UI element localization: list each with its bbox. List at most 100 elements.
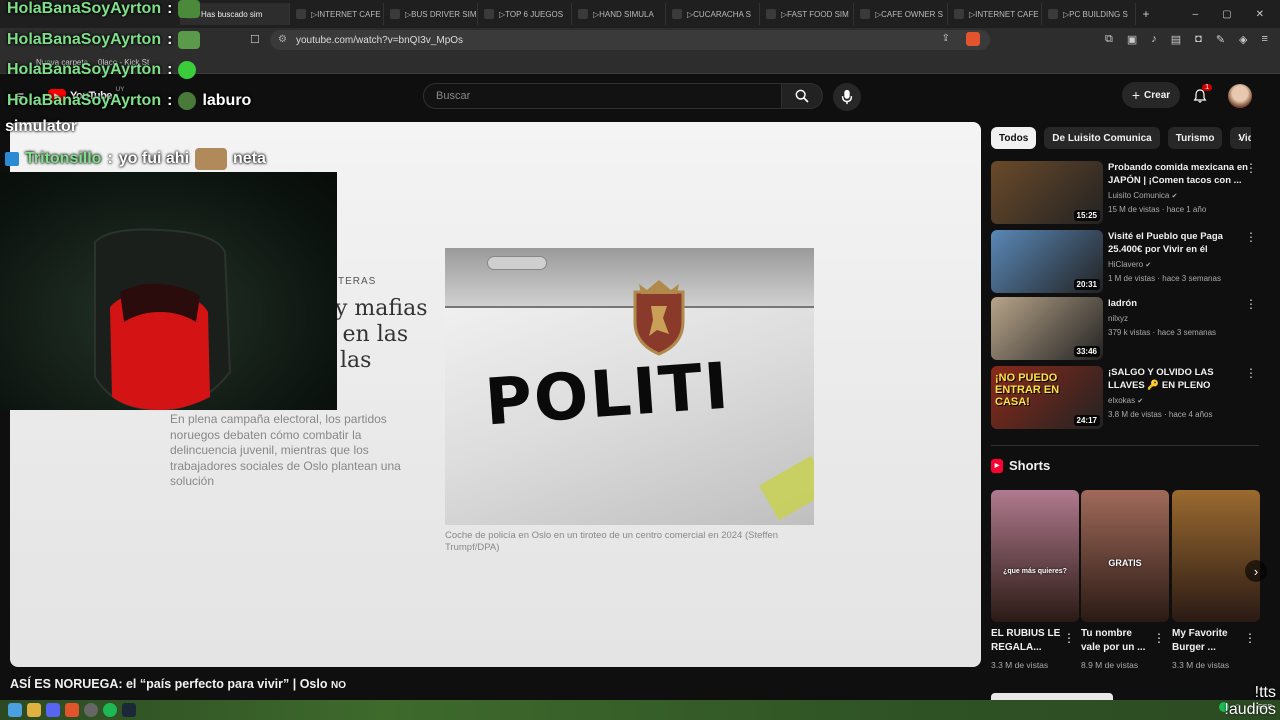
- divider: [991, 445, 1259, 446]
- menu-icon[interactable]: ≡: [1262, 33, 1268, 46]
- browser-tab[interactable]: ▷CAFE OWNER S: [854, 3, 948, 25]
- avatar[interactable]: [1228, 84, 1252, 108]
- recommended-video[interactable]: ¡NO PUEDO ENTRAR EN CASA! 24:17 ¡SALGO Y O…: [991, 366, 1261, 430]
- create-button[interactable]: + Crear: [1122, 82, 1180, 108]
- more-options-icon[interactable]: ⋮: [1245, 161, 1257, 175]
- short-overlay-text: ¿que más quieres?: [1003, 568, 1067, 575]
- voice-search-button[interactable]: [833, 83, 861, 111]
- explorer-icon[interactable]: [27, 703, 41, 717]
- more-options-icon[interactable]: ⋮: [1245, 297, 1257, 311]
- tab-label: ▷FAST FOOD SIM: [781, 9, 849, 19]
- shorts-next-icon[interactable]: ›: [1245, 560, 1267, 582]
- more-options-icon[interactable]: ⋮: [1063, 631, 1075, 645]
- brave-icon[interactable]: [65, 703, 79, 717]
- browser-tab[interactable]: ▷BUS DRIVER SIM: [384, 3, 478, 25]
- chat-separator: :: [167, 0, 173, 17]
- tab-favicon-icon: [954, 9, 964, 19]
- tab-favicon-icon: [860, 9, 870, 19]
- extensions-icon[interactable]: ⧉: [1105, 33, 1113, 46]
- brave-shield-icon[interactable]: [966, 32, 980, 46]
- video-title[interactable]: Visité el Pueblo que Paga 25.400€ por Vi…: [1108, 230, 1248, 256]
- norway-coat-of-arms-icon: [633, 280, 685, 356]
- stream-label-tts: !tts: [1254, 684, 1276, 701]
- tab-favicon-icon: [390, 9, 400, 19]
- channel-name[interactable]: elxokas ✔: [1108, 396, 1143, 405]
- more-options-icon[interactable]: ⋮: [1245, 366, 1257, 380]
- tab-favicon-icon: [766, 9, 776, 19]
- browser-tab[interactable]: ▷PC BUILDING S: [1042, 3, 1136, 25]
- search-input[interactable]: Buscar: [423, 83, 783, 109]
- verified-icon: ✔: [1171, 193, 1178, 200]
- video-thumbnail[interactable]: 20:31: [991, 230, 1103, 293]
- share-icon[interactable]: ⇪: [942, 33, 950, 44]
- video-duration: 20:31: [1073, 279, 1100, 290]
- channel-name[interactable]: Luisito Comunica ✔: [1108, 191, 1177, 200]
- notifications-button[interactable]: 1: [1188, 84, 1212, 108]
- chips-next-icon[interactable]: ›: [1238, 130, 1242, 144]
- short-thumbnail[interactable]: ¿que más quieres?: [991, 490, 1079, 622]
- browser-tab[interactable]: ▷HAND SIMULA: [572, 3, 666, 25]
- media-icon[interactable]: ♪: [1151, 33, 1157, 46]
- microphone-icon: [841, 89, 853, 105]
- tab-favicon-icon: [1048, 9, 1058, 19]
- video-thumbnail[interactable]: 33:46: [991, 297, 1103, 360]
- maximize-button[interactable]: ▢: [1222, 9, 1231, 20]
- discord-icon[interactable]: [46, 703, 60, 717]
- browser-tab[interactable]: ▷FAST FOOD SIM: [760, 3, 854, 25]
- short-title[interactable]: Tu nombre vale por un ...: [1081, 627, 1151, 655]
- video-title[interactable]: ¡SALGO Y OLVIDO LAS LLAVES 🔑 EN PLENO DI…: [1108, 366, 1248, 392]
- channel-name[interactable]: nilxyz: [1108, 314, 1128, 323]
- wallet-icon[interactable]: ◘: [1195, 33, 1202, 46]
- browser-tab[interactable]: ▷INTERNET CAFE: [290, 3, 384, 25]
- recommended-video[interactable]: 33:46 ladrón nilxyz 379 k vistas · hace 3 s…: [991, 297, 1261, 361]
- url-field[interactable]: ⚙ youtube.com/watch?v=bnQI3v_MpOs ⇪: [270, 30, 990, 50]
- site-info-icon[interactable]: ⚙: [278, 34, 287, 45]
- steam-icon[interactable]: [122, 703, 136, 717]
- chip-2[interactable]: Turismo: [1167, 127, 1223, 149]
- channel-name[interactable]: HiClavero ✔: [1108, 260, 1151, 269]
- stream-label-audios: !audios: [1224, 701, 1276, 718]
- more-options-icon[interactable]: ⋮: [1153, 631, 1165, 645]
- chat-username: HolaBanaSoyAyrton: [7, 92, 162, 109]
- shorts-title: Shorts: [1009, 458, 1051, 473]
- next-item-peek: [991, 693, 1113, 700]
- short-thumbnail[interactable]: [1172, 490, 1260, 622]
- short-title[interactable]: My Favorite Burger ...: [1172, 627, 1242, 655]
- video-thumbnail[interactable]: 15:25: [991, 161, 1103, 224]
- video-title[interactable]: Probando comida mexicana en JAPÓN | ¡Com…: [1108, 161, 1248, 187]
- chat-username: HolaBanaSoyAyrton: [7, 61, 162, 78]
- screenshot-icon[interactable]: ▣: [1127, 33, 1137, 46]
- short-thumbnail[interactable]: GRATIS: [1081, 490, 1169, 622]
- close-window-button[interactable]: ✕: [1256, 9, 1264, 20]
- leo-icon[interactable]: ✎: [1216, 33, 1225, 46]
- short-views: 3.3 M de vistas: [991, 660, 1049, 670]
- tab-label: Has buscado sim: [201, 9, 263, 19]
- recommended-video[interactable]: 20:31 Visité el Pueblo que Paga 25.400€ p…: [991, 230, 1261, 294]
- obs-icon[interactable]: [84, 703, 98, 717]
- sidebar-icon[interactable]: ▤: [1171, 33, 1181, 46]
- browser-tab[interactable]: ▷TOP 6 JUEGOS: [478, 3, 572, 25]
- vpn-icon[interactable]: ◈: [1239, 33, 1247, 46]
- bookmark-icon[interactable]: ☐: [250, 33, 260, 46]
- video-thumbnail[interactable]: ¡NO PUEDO ENTRAR EN CASA! 24:17: [991, 366, 1103, 429]
- spotify-icon[interactable]: [103, 703, 117, 717]
- more-options-icon[interactable]: ⋮: [1245, 230, 1257, 244]
- chip-1[interactable]: De Luisito Comunica: [1044, 127, 1160, 149]
- chip-0[interactable]: Todos: [991, 127, 1037, 149]
- verified-icon: ✔: [1145, 262, 1152, 269]
- video-title[interactable]: ladrón: [1108, 297, 1248, 310]
- minimize-button[interactable]: –: [1193, 9, 1199, 20]
- chat-separator: :: [107, 150, 113, 167]
- url-text: youtube.com/watch?v=bnQI3v_MpOs: [296, 34, 464, 46]
- search-button[interactable]: [781, 83, 823, 109]
- more-options-icon[interactable]: ⋮: [1244, 631, 1256, 645]
- notification-badge: 1: [1202, 84, 1212, 91]
- new-tab-button[interactable]: +: [1136, 7, 1156, 21]
- recommended-video[interactable]: 15:25 Probando comida mexicana en JAPÓN |…: [991, 161, 1261, 225]
- reflective-stripe: [759, 455, 814, 521]
- browser-tab[interactable]: ▷INTERNET CAFE: [948, 3, 1042, 25]
- chat-message-4-wrap: simulator: [5, 118, 77, 136]
- browser-tab[interactable]: ▷CUCARACHA S: [666, 3, 760, 25]
- short-title[interactable]: EL RUBIUS LE REGALA...: [991, 627, 1061, 655]
- start-icon[interactable]: [8, 703, 22, 717]
